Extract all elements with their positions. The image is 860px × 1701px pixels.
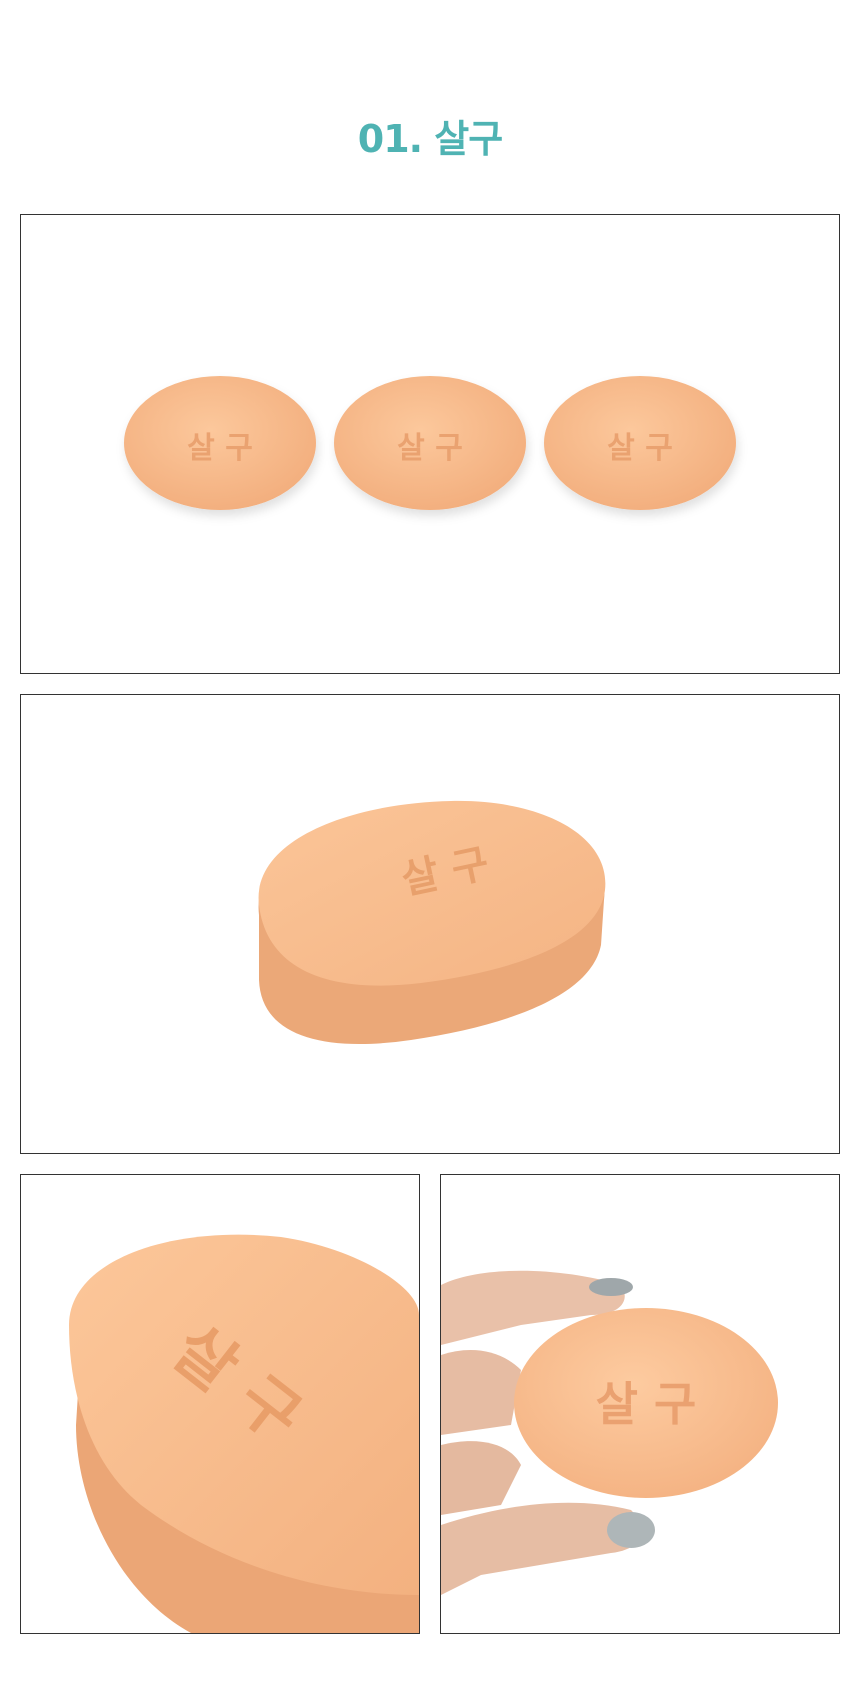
soap-bar: 살 구 xyxy=(124,376,316,510)
hand-soap-illustration: 살 구 xyxy=(441,1270,778,1595)
soap-bar: 살 구 xyxy=(514,1308,778,1498)
angled-soap-illustration: 살 구 xyxy=(258,800,606,1045)
soap-emboss-text: 살 구 xyxy=(397,431,463,466)
photo-hand-holding-soap: 살 구 xyxy=(440,1174,840,1634)
soap-emboss-text: 살 구 xyxy=(596,1377,697,1431)
photo-closeup-soap: 살 구 xyxy=(20,1174,420,1634)
soap-emboss-text: 살 구 xyxy=(607,431,673,466)
photo-angled-soap: 살 구 xyxy=(20,694,840,1154)
soap-bar: 살 구 xyxy=(334,376,526,510)
section-title: 01. 살구 xyxy=(0,108,860,163)
soap-emboss-text: 살 구 xyxy=(187,431,253,466)
section-title-text: 01. 살구 xyxy=(357,117,503,161)
three-soaps-illustration: 살 구 살 구 살 구 xyxy=(124,376,736,510)
photo-three-soaps: 살 구 살 구 살 구 xyxy=(20,214,840,674)
soap-bar: 살 구 xyxy=(544,376,736,510)
closeup-soap-illustration: 살 구 xyxy=(69,1234,419,1633)
